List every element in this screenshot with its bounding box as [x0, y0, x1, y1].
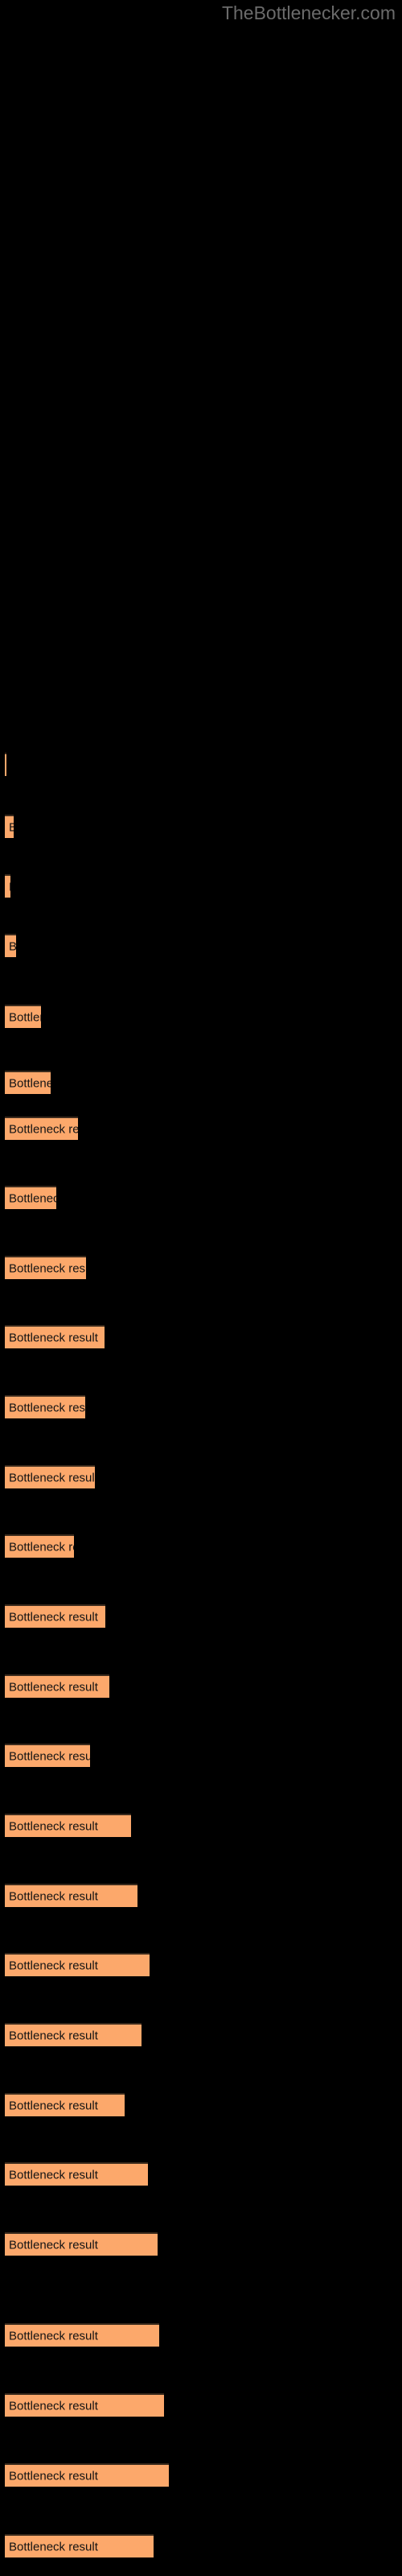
- bar-label: Bottleneck result: [9, 2329, 98, 2343]
- bar-label: Bottleneck result: [9, 1889, 98, 1903]
- bar-14[interactable]: Bottleneck result: [5, 1604, 105, 1628]
- bar-10[interactable]: Bottleneck result: [5, 1325, 105, 1348]
- bar-15[interactable]: Bottleneck result: [5, 1674, 109, 1698]
- bar-row: Bottleneck result: [5, 1005, 41, 1028]
- bar-13[interactable]: Bottleneck result: [5, 1534, 74, 1558]
- bar-row: Bottleneck result: [5, 753, 6, 776]
- chart-page: TheBottlenecker.com Bottleneck resultBot…: [0, 0, 402, 2576]
- bar-label: Bottleneck result: [9, 1401, 85, 1414]
- bar-26[interactable]: Bottleneck result: [5, 2463, 169, 2487]
- bar-6[interactable]: Bottleneck result: [5, 1071, 51, 1094]
- bar-27[interactable]: Bottleneck result: [5, 2534, 154, 2557]
- bar-label: Bottleneck result: [9, 1749, 90, 1763]
- bar-row: Bottleneck result: [5, 2093, 125, 2116]
- bar-2[interactable]: Bottleneck result: [5, 815, 14, 838]
- bar-23[interactable]: Bottleneck result: [5, 2232, 158, 2256]
- bar-row: Bottleneck result: [5, 1674, 109, 1698]
- bar-9[interactable]: Bottleneck result: [5, 1256, 86, 1279]
- bar-20[interactable]: Bottleneck result: [5, 2023, 142, 2046]
- bar-row: Bottleneck result: [5, 1256, 86, 1279]
- bar-label: Bottleneck result: [9, 820, 14, 834]
- bar-label: Bottleneck result: [9, 1819, 98, 1833]
- bar-row: Bottleneck result: [5, 1534, 74, 1558]
- bar-1[interactable]: Bottleneck result: [5, 753, 6, 776]
- bar-row: Bottleneck result: [5, 874, 10, 898]
- bar-row: Bottleneck result: [5, 2534, 154, 2557]
- bar-5[interactable]: Bottleneck result: [5, 1005, 41, 1028]
- bar-label: Bottleneck result: [9, 2029, 98, 2042]
- bar-label: Bottleneck result: [9, 1680, 98, 1694]
- bar-4[interactable]: Bottleneck result: [5, 934, 16, 957]
- bar-chart-plot-area: Bottleneck result Bottleneck result Bottle…: [0, 0, 402, 2576]
- bar-label: Bottleneck result: [9, 2238, 98, 2252]
- bar-label: Bottleneck result: [9, 1261, 86, 1275]
- bar-16[interactable]: Bottleneck result: [5, 1744, 90, 1767]
- bar-12[interactable]: Bottleneck result: [5, 1465, 95, 1488]
- bar-row: Bottleneck result: [5, 2463, 169, 2487]
- bar-3[interactable]: Bottleneck result: [5, 874, 10, 898]
- bar-row: Bottleneck result: [5, 2393, 164, 2417]
- bar-row: Bottleneck result: [5, 1071, 51, 1094]
- bar-22[interactable]: Bottleneck result: [5, 2162, 148, 2186]
- bar-row: Bottleneck result: [5, 1884, 137, 1907]
- bar-label: Bottleneck result: [9, 2168, 98, 2182]
- bar-label: Bottleneck result: [9, 1076, 51, 1090]
- bar-row: Bottleneck result: [5, 2232, 158, 2256]
- bar-11[interactable]: Bottleneck result: [5, 1395, 85, 1418]
- bar-18[interactable]: Bottleneck result: [5, 1884, 137, 1907]
- bar-24[interactable]: Bottleneck result: [5, 2323, 159, 2347]
- bar-17[interactable]: Bottleneck result: [5, 1814, 131, 1837]
- bar-label: Bottleneck result: [9, 939, 16, 953]
- bar-label: Bottleneck result: [9, 1610, 98, 1624]
- bar-25[interactable]: Bottleneck result: [5, 2393, 164, 2417]
- bar-7[interactable]: Bottleneck result: [5, 1117, 78, 1140]
- bar-row: Bottleneck result: [5, 815, 14, 838]
- bar-row: Bottleneck result: [5, 2323, 159, 2347]
- bar-21[interactable]: Bottleneck result: [5, 2093, 125, 2116]
- bar-row: Bottleneck result: [5, 1325, 105, 1348]
- bar-label: Bottleneck result: [9, 2540, 98, 2553]
- bar-row: Bottleneck result: [5, 1117, 78, 1140]
- bar-label: Bottleneck result: [9, 1122, 78, 1136]
- bar-label: Bottleneck result: [9, 1331, 98, 1344]
- bar-8[interactable]: Bottleneck result: [5, 1186, 56, 1209]
- bar-row: Bottleneck result: [5, 1814, 131, 1837]
- bar-row: Bottleneck result: [5, 934, 16, 957]
- bar-label: Bottleneck result: [9, 2469, 98, 2483]
- bar-label: Bottleneck result: [9, 1471, 95, 1484]
- bar-label: Bottleneck result: [9, 2399, 98, 2413]
- bar-19[interactable]: Bottleneck result: [5, 1953, 150, 1976]
- bar-label: Bottleneck result: [9, 1010, 41, 1024]
- bar-row: Bottleneck result: [5, 1465, 95, 1488]
- bar-label: Bottleneck result: [9, 1959, 98, 1972]
- bar-row: Bottleneck result: [5, 1186, 56, 1209]
- bar-row: Bottleneck result: [5, 2023, 142, 2046]
- bar-row: Bottleneck result: [5, 1953, 150, 1976]
- bar-row: Bottleneck result: [5, 1744, 90, 1767]
- bar-label: Bottleneck result: [9, 1191, 56, 1205]
- bar-row: Bottleneck result: [5, 1604, 105, 1628]
- bar-label: Bottleneck result: [9, 1540, 74, 1554]
- bar-label: Bottleneck result: [9, 2099, 98, 2112]
- bar-row: Bottleneck result: [5, 1395, 85, 1418]
- bar-row: Bottleneck result: [5, 2162, 148, 2186]
- bar-label: Bottleneck result: [9, 880, 10, 894]
